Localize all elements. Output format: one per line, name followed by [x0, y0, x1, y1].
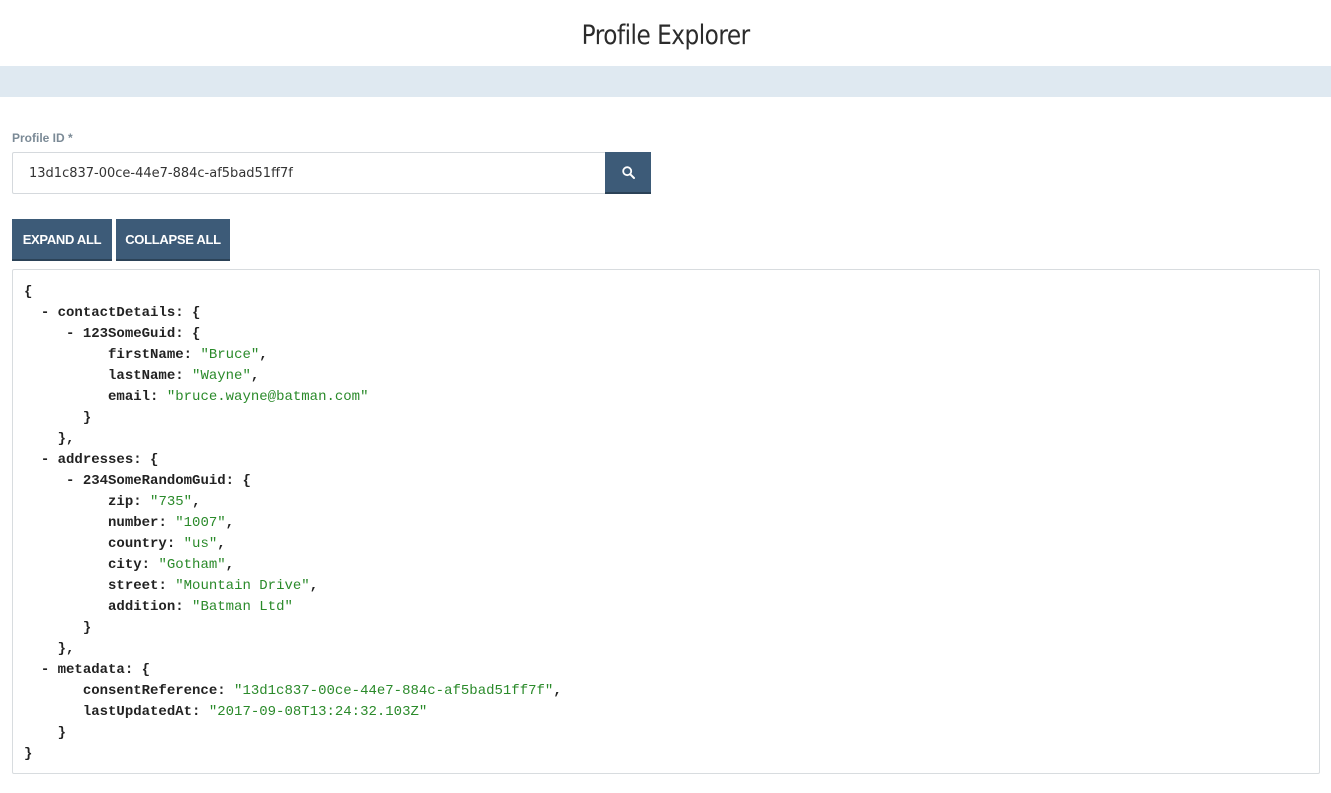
- json-line: consentReference: "13d1c837-00ce-44e7-88…: [82, 683, 562, 699]
- json-key: 234SomeRandomGuid: [82, 473, 226, 489]
- json-node-contact-entry: - 123SomeGuid: {: [66, 326, 201, 342]
- collapse-toggle[interactable]: -: [66, 326, 83, 342]
- json-line: zip: "735",: [108, 494, 201, 510]
- json-viewer: { - contactDetails: { - 123SomeGuid: { f…: [12, 269, 1320, 774]
- expand-all-button[interactable]: EXPAND ALL: [12, 219, 112, 261]
- profile-id-label: Profile ID *: [12, 131, 73, 145]
- json-value: 2017-09-08T13:24:32.103Z: [217, 704, 419, 720]
- json-line: },: [57, 641, 75, 657]
- json-key: contactDetails: [57, 305, 176, 321]
- search-icon: [621, 165, 635, 179]
- json-line: email: "bruce.wayne@batman.com": [108, 389, 369, 405]
- json-line: },: [57, 431, 75, 447]
- json-value: 1007: [183, 515, 218, 531]
- json-value: Mountain Drive: [183, 578, 302, 594]
- search-button[interactable]: [605, 152, 651, 194]
- collapse-toggle[interactable]: -: [41, 662, 58, 678]
- collapse-all-button[interactable]: COLLAPSE ALL: [116, 219, 230, 261]
- json-value: 13d1c837-00ce-44e7-884c-af5bad51ff7f: [242, 683, 545, 699]
- json-line: }: [82, 410, 92, 426]
- action-buttons: EXPAND ALL COLLAPSE ALL: [12, 219, 1319, 261]
- json-value: Gotham: [166, 557, 218, 573]
- collapse-toggle[interactable]: -: [41, 305, 58, 321]
- json-line: }: [82, 620, 92, 636]
- collapse-toggle[interactable]: -: [41, 452, 58, 468]
- json-node-address-entry: - 234SomeRandomGuid: {: [66, 473, 251, 489]
- json-node-contact-details: - contactDetails: {: [40, 305, 201, 321]
- json-line: }: [57, 725, 67, 741]
- json-line: }: [24, 746, 33, 762]
- json-line: firstName: "Bruce",: [108, 347, 268, 363]
- json-value: Wayne: [200, 368, 243, 384]
- toolbar-strip: [0, 66, 1331, 97]
- json-value: Bruce: [208, 347, 251, 363]
- json-node-metadata: - metadata: {: [40, 662, 151, 678]
- json-value: bruce.wayne@batman.com: [175, 389, 361, 405]
- json-key: 123SomeGuid: [82, 326, 176, 342]
- json-value: Batman Ltd: [200, 599, 285, 615]
- json-line: country: "us",: [108, 536, 226, 552]
- json-key: addresses: [57, 452, 134, 468]
- json-value: 735: [158, 494, 184, 510]
- main-content: Profile ID * EXPAND ALL COLLAPSE ALL { -…: [0, 130, 1331, 774]
- json-line: addition: "Batman Ltd": [108, 599, 293, 615]
- json-line: lastName: "Wayne",: [108, 368, 260, 384]
- json-line: city: "Gotham",: [108, 557, 235, 573]
- json-value: us: [192, 536, 209, 552]
- json-node-addresses: - addresses: {: [40, 452, 159, 468]
- app-header: Profile Explorer: [0, 0, 1331, 66]
- page-title: Profile Explorer: [581, 19, 750, 51]
- json-key: metadata: [57, 662, 125, 678]
- json-line: lastUpdatedAt: "2017-09-08T13:24:32.103Z…: [82, 704, 428, 720]
- json-line: street: "Mountain Drive",: [108, 578, 319, 594]
- search-bar: [12, 152, 651, 194]
- json-line: number: "1007",: [108, 515, 235, 531]
- profile-id-input[interactable]: [12, 152, 605, 194]
- json-line: {: [24, 284, 33, 300]
- collapse-toggle[interactable]: -: [66, 473, 83, 489]
